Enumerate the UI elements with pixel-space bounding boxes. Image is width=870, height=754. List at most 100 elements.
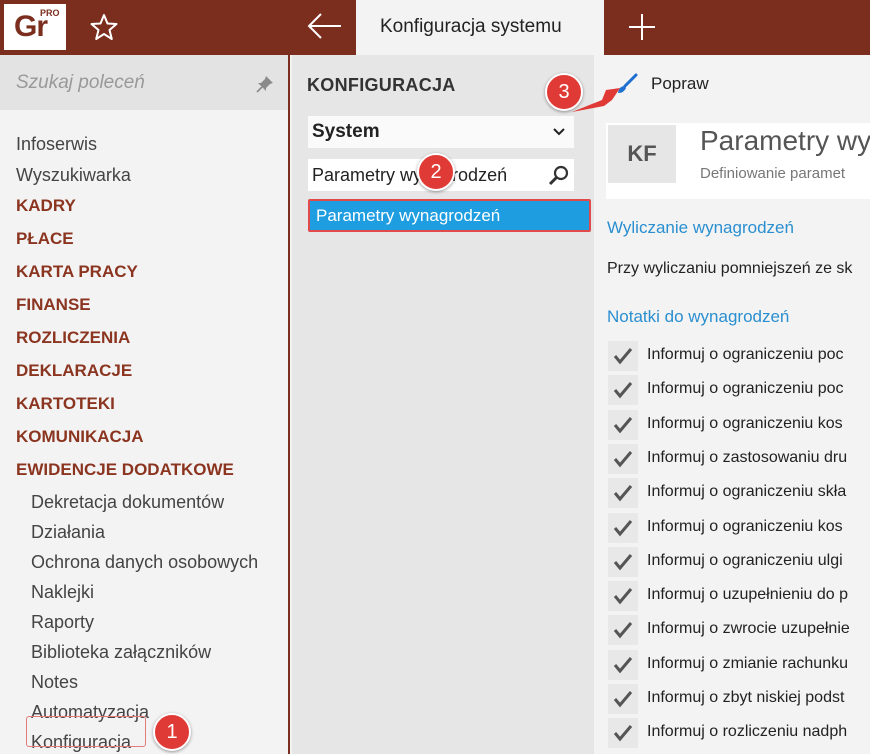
- callout-2: 2: [417, 153, 455, 191]
- checkbox-label: Informuj o uzupełnieniu do p: [647, 586, 849, 603]
- checkbox[interactable]: [608, 615, 638, 645]
- checkmark-icon: [613, 417, 633, 434]
- list-item-parametry-wynagrodzen[interactable]: Parametry wynagrodzeń: [308, 199, 591, 232]
- konfiguracja-highlight: [26, 716, 146, 747]
- checkbox[interactable]: [608, 375, 638, 405]
- config-search-value: Parametry wynagrodzeń: [312, 165, 508, 185]
- checkbox[interactable]: [608, 581, 638, 611]
- checklist-row: Informuj o uzupełnieniu do p: [608, 581, 870, 611]
- checklist-row: Informuj o zastosowaniu dru: [608, 444, 870, 474]
- checklist-row: Informuj o ograniczeniu kos: [608, 410, 870, 440]
- checkbox-label: Informuj o zmianie rachunku: [647, 655, 848, 672]
- checkmark-icon: [613, 657, 633, 674]
- chevron-down-icon: [552, 125, 566, 139]
- checkbox-label: Informuj o ograniczeniu skła: [647, 483, 847, 500]
- checkmark-icon: [613, 554, 633, 571]
- sidebar: Infoserwis Wyszukiwarka KADRY PŁACE KARTA PR…: [0, 55, 290, 754]
- section-wyliczanie[interactable]: Wyliczanie wynagrodzeń: [607, 218, 794, 238]
- checkbox-label: Informuj o rozliczeniu nadph: [647, 723, 848, 740]
- sidebar-item[interactable]: FINANSE: [16, 295, 91, 315]
- checkbox-label: Informuj o ograniczeniu kos: [647, 415, 843, 432]
- checkmark-icon: [613, 520, 633, 537]
- tab-konfiguracja-systemu[interactable]: Konfiguracja systemu: [356, 0, 604, 55]
- command-search: [0, 55, 288, 110]
- system-dropdown[interactable]: System: [308, 116, 574, 148]
- sidebar-item[interactable]: KADRY: [16, 196, 76, 216]
- sidebar-item[interactable]: Ochrona danych osobowych: [31, 552, 258, 573]
- tab-label: Konfiguracja systemu: [380, 16, 562, 37]
- checkbox[interactable]: [608, 478, 638, 508]
- list-item-label: Parametry wynagrodzeń: [316, 206, 501, 225]
- checkbox[interactable]: [608, 444, 638, 474]
- checklist-row: Informuj o ograniczeniu poc: [608, 375, 870, 405]
- content-area: Popraw KF Parametry wy Definiowanie para…: [594, 55, 870, 754]
- sidebar-item[interactable]: Raporty: [31, 612, 94, 633]
- record-title: Parametry wy: [700, 125, 870, 156]
- checkmark-icon: [613, 622, 633, 639]
- back-arrow-icon[interactable]: [305, 10, 345, 42]
- pin-icon[interactable]: [256, 75, 274, 93]
- checklist-row: Informuj o ograniczeniu kos: [608, 513, 870, 543]
- record-subtitle: Definiowanie paramet: [700, 165, 846, 182]
- checkbox[interactable]: [608, 410, 638, 440]
- checkmark-icon: [613, 451, 633, 468]
- callout-1: 1: [153, 713, 191, 751]
- checklist-row: Informuj o rozliczeniu nadph: [608, 718, 870, 748]
- checkbox-label: Informuj o zbyt niskiej podst: [647, 689, 845, 706]
- app-logo[interactable]: Gr PRO: [4, 4, 66, 50]
- sidebar-item[interactable]: Notes: [31, 672, 78, 693]
- sidebar-item[interactable]: Wyszukiwarka: [16, 165, 131, 186]
- checkbox[interactable]: [608, 650, 638, 680]
- checkbox-label: Informuj o ograniczeniu poc: [647, 380, 844, 397]
- sidebar-item[interactable]: ROZLICZENIA: [16, 328, 130, 348]
- checkmark-icon: [613, 348, 633, 365]
- callout-3-arrow: [572, 88, 620, 112]
- sidebar-item[interactable]: Biblioteka załączników: [31, 642, 211, 663]
- checkbox-label: Informuj o ograniczeniu poc: [647, 346, 844, 363]
- checkmark-icon: [613, 485, 633, 502]
- wyliczanie-text: Przy wyliczaniu pomniejszeń ze sk: [607, 260, 853, 277]
- sidebar-item[interactable]: Infoserwis: [16, 134, 97, 155]
- top-bar: Gr PRO Konfiguracja systemu: [0, 0, 870, 55]
- checklist-row: Informuj o zwrocie uzupełnie: [608, 615, 870, 645]
- checkbox[interactable]: [608, 513, 638, 543]
- logo-badge: PRO: [40, 8, 60, 18]
- new-tab-plus-icon[interactable]: [626, 10, 658, 44]
- edit-button[interactable]: Popraw: [651, 74, 709, 94]
- checkbox[interactable]: [608, 718, 638, 748]
- dropdown-value: System: [312, 121, 380, 142]
- checklist-row: Informuj o ograniczeniu skła: [608, 478, 870, 508]
- sidebar-item[interactable]: DEKLARACJE: [16, 361, 132, 381]
- checkbox-label: Informuj o ograniczeniu ulgi: [647, 552, 843, 569]
- sidebar-item[interactable]: Działania: [31, 522, 105, 543]
- checkmark-icon: [613, 382, 633, 399]
- sidebar-item[interactable]: KOMUNIKACJA: [16, 427, 144, 447]
- checkbox[interactable]: [608, 547, 638, 577]
- checklist-row: Informuj o ograniczeniu poc: [608, 341, 870, 371]
- record-header: KF Parametry wy Definiowanie paramet: [606, 123, 870, 199]
- checkbox-label: Informuj o ograniczeniu kos: [647, 518, 843, 535]
- sidebar-item[interactable]: KARTA PRACY: [16, 262, 138, 282]
- checklist-row: Informuj o zmianie rachunku: [608, 650, 870, 680]
- sidebar-item[interactable]: EWIDENCJE DODATKOWE: [16, 460, 234, 480]
- checkmark-icon: [613, 691, 633, 708]
- checkmark-icon: [613, 725, 633, 742]
- sidebar-item[interactable]: Dekretacja dokumentów: [31, 492, 224, 513]
- command-search-input[interactable]: [16, 69, 246, 97]
- module-badge: KF: [608, 125, 676, 183]
- sidebar-item[interactable]: PŁACE: [16, 229, 74, 249]
- checkbox-label: Informuj o zastosowaniu dru: [647, 449, 848, 466]
- search-icon[interactable]: [548, 164, 570, 186]
- checkmark-icon: [613, 588, 633, 605]
- sidebar-item[interactable]: KARTOTEKI: [16, 394, 115, 414]
- sidebar-item[interactable]: Naklejki: [31, 582, 94, 603]
- checkbox[interactable]: [608, 341, 638, 371]
- favorite-star-icon[interactable]: [88, 12, 120, 42]
- checkbox[interactable]: [608, 684, 638, 714]
- checklist-row: Informuj o zbyt niskiej podst: [608, 684, 870, 714]
- config-panel-title: KONFIGURACJA: [307, 75, 456, 95]
- section-notatki[interactable]: Notatki do wynagrodzeń: [607, 307, 789, 327]
- app-window: Gr PRO Konfiguracja systemu Infoserwis Wy…: [0, 0, 870, 754]
- checkbox-label: Informuj o zwrocie uzupełnie: [647, 620, 850, 637]
- checklist-row: Informuj o ograniczeniu ulgi: [608, 547, 870, 577]
